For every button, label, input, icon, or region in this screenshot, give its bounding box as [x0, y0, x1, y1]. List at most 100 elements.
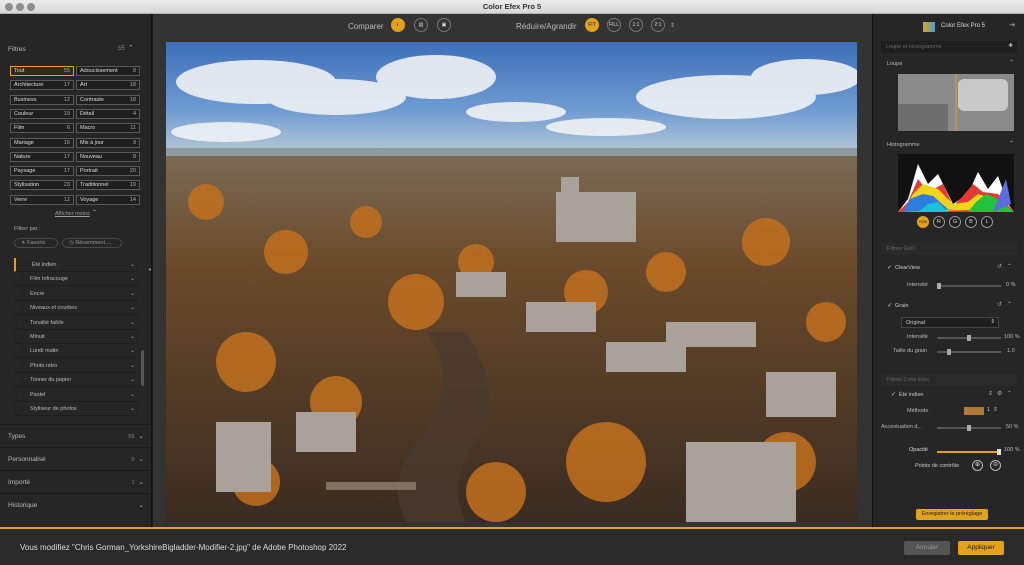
- zoom-stepper-icon[interactable]: ⇕: [670, 22, 675, 29]
- collapse-right-icon[interactable]: ⇥: [1009, 21, 1015, 29]
- category-nature[interactable]: Nature 17: [10, 151, 74, 162]
- save-preset-button[interactable]: Enregistrer le préréglage: [916, 509, 988, 520]
- chevron-up-icon[interactable]: ⌃: [1009, 59, 1014, 66]
- grain-checkbox[interactable]: ✓: [887, 302, 892, 309]
- reset-icon[interactable]: ↺: [997, 263, 1002, 270]
- add-control-point-icon[interactable]: ⊕: [972, 460, 983, 471]
- chevron-down-icon[interactable]: ⌄: [130, 347, 135, 354]
- section-personnalis-[interactable]: Personnalisé 0 ⌄: [0, 447, 152, 470]
- category-d-tail[interactable]: Détail 4: [76, 108, 140, 119]
- chevron-down-icon[interactable]: ⌄: [130, 261, 135, 268]
- category-traditionnel[interactable]: Traditionnel 19: [76, 180, 140, 191]
- chevron-up-icon[interactable]: ⌃: [1007, 301, 1012, 308]
- chevron-up-icon[interactable]: ⌃: [92, 209, 97, 216]
- methode-stepper-icon[interactable]: ⇕: [993, 406, 998, 413]
- zoom-2-1-button[interactable]: 2:1: [651, 18, 665, 32]
- category-verre[interactable]: Verre 12: [10, 194, 74, 205]
- channel-g-button[interactable]: G: [949, 216, 961, 228]
- chevron-down-icon[interactable]: ⌄: [139, 456, 144, 463]
- chevron-down-icon[interactable]: ⌄: [130, 333, 135, 340]
- chevron-up-icon[interactable]: ⌃: [1007, 390, 1012, 397]
- channel-b-button[interactable]: B: [965, 216, 977, 228]
- reset-icon[interactable]: ↺: [997, 301, 1002, 308]
- star-icon[interactable]: ★: [20, 333, 25, 340]
- collapse-left-icon[interactable]: ◂: [148, 266, 151, 273]
- chevron-down-icon[interactable]: ⌄: [139, 502, 144, 509]
- category-mis-jour[interactable]: Mis à jour 9: [76, 137, 140, 148]
- channel-r-button[interactable]: R: [933, 216, 945, 228]
- category-nouveau[interactable]: Nouveau 8: [76, 151, 140, 162]
- cancel-button[interactable]: Annuler: [904, 541, 950, 555]
- loupe-histogram-bar[interactable]: Loupe et Histogramme ✚: [881, 41, 1017, 53]
- channel-l-button[interactable]: L: [981, 216, 993, 228]
- star-icon[interactable]: ★: [20, 376, 25, 383]
- accentuation-slider[interactable]: [937, 425, 1001, 431]
- chevron-up-icon[interactable]: ⌃: [1007, 263, 1012, 270]
- filter-item[interactable]: ★ Film Infracouge ⌄: [14, 272, 138, 287]
- compare-original-button[interactable]: ▣: [437, 18, 451, 32]
- compare-side-button[interactable]: ▥: [414, 18, 428, 32]
- chevron-down-icon[interactable]: ⌄: [130, 391, 135, 398]
- pin-icon[interactable]: ✚: [1008, 43, 1013, 49]
- category-portrait[interactable]: Portrait 20: [76, 166, 140, 177]
- loupe-preview[interactable]: [898, 74, 1014, 131]
- grain-mode-select[interactable]: Original ⇕: [901, 317, 999, 328]
- star-icon[interactable]: ★: [22, 261, 27, 268]
- grain-size-slider[interactable]: [937, 349, 1001, 355]
- favorites-pill[interactable]: ✭ Favoris: [14, 238, 58, 248]
- chevron-down-icon[interactable]: ⌄: [130, 362, 135, 369]
- category-paysage[interactable]: Paysage 17: [10, 166, 74, 177]
- chevron-down-icon[interactable]: ⌄: [130, 405, 135, 412]
- show-less-link[interactable]: Afficher moins: [55, 211, 90, 217]
- chevron-down-icon[interactable]: ⌄: [130, 304, 135, 311]
- chevron-up-icon[interactable]: ⌃: [128, 44, 134, 52]
- category-architecture[interactable]: Architecture 17: [10, 80, 74, 91]
- section-historique[interactable]: Historique ⌄: [0, 493, 152, 516]
- category-adoucissement[interactable]: Adoucissement 8: [76, 66, 140, 76]
- ete-indien-checkbox[interactable]: ✓: [891, 391, 896, 398]
- zoom-fill-button[interactable]: FILL: [607, 18, 621, 32]
- filter-item[interactable]: ★ Niveaux et courbes ⌄: [14, 301, 138, 316]
- filter-item[interactable]: ★ Minuit ⌄: [14, 330, 138, 344]
- star-icon[interactable]: ★: [20, 347, 25, 354]
- star-icon[interactable]: ★: [20, 304, 25, 311]
- filter-item[interactable]: ★ Tonalité faible ⌄: [14, 316, 138, 330]
- section-import-[interactable]: Importé 1 ⌄: [0, 470, 152, 493]
- filter-item[interactable]: ★ Encre ⌄: [14, 287, 138, 301]
- star-icon[interactable]: ★: [20, 275, 25, 282]
- filter-item[interactable]: ★ Tonner du papier ⌄: [14, 373, 138, 388]
- opacite-slider[interactable]: [937, 449, 1001, 455]
- updown-icon[interactable]: ⇕: [988, 390, 993, 397]
- zoom-1-1-button[interactable]: 1:1: [629, 18, 643, 32]
- remove-control-point-icon[interactable]: ⊖: [990, 460, 1001, 471]
- clearview-intensity-slider[interactable]: [937, 283, 1001, 289]
- gear-icon[interactable]: ⚙: [997, 390, 1002, 397]
- methode-swatch[interactable]: [964, 407, 984, 415]
- star-icon[interactable]: ★: [20, 362, 25, 369]
- category-macro[interactable]: Macro 11: [76, 123, 140, 134]
- filter-item[interactable]: ★ Pastel ⌄: [14, 388, 138, 402]
- clearview-checkbox[interactable]: ✓: [887, 264, 892, 271]
- photo-preview[interactable]: [166, 42, 857, 522]
- filter-item[interactable]: ★ Photo rétro ⌄: [14, 359, 138, 373]
- zoom-fit-button[interactable]: FIT: [585, 18, 599, 32]
- chevron-up-icon[interactable]: ⌃: [1009, 140, 1014, 147]
- category-voyage[interactable]: Voyage 14: [76, 194, 140, 205]
- chevron-down-icon[interactable]: ⌄: [130, 319, 135, 326]
- recent-pill[interactable]: ◷ Récemment ...: [62, 238, 122, 248]
- chevron-down-icon[interactable]: ⌄: [139, 433, 144, 440]
- chevron-down-icon[interactable]: ⌄: [130, 290, 135, 297]
- filter-item[interactable]: ★ Lundi matin ⌄: [14, 344, 138, 359]
- channel-rgb-button[interactable]: RGB: [917, 216, 929, 228]
- filter-list-scrollbar[interactable]: [141, 350, 144, 386]
- category-tout[interactable]: Tout 55: [10, 66, 74, 76]
- star-icon[interactable]: ★: [20, 290, 25, 297]
- star-icon[interactable]: ★: [20, 319, 25, 326]
- category-couleur[interactable]: Couleur 19: [10, 108, 74, 119]
- star-icon[interactable]: ★: [20, 391, 25, 398]
- compare-split-button[interactable]: ◐: [391, 18, 405, 32]
- section-types[interactable]: Types 55 ⌄: [0, 424, 152, 447]
- category-stylisation[interactable]: Stylisation 23: [10, 180, 74, 191]
- apply-button[interactable]: Appliquer: [958, 541, 1004, 555]
- chevron-down-icon[interactable]: ⌄: [130, 275, 135, 282]
